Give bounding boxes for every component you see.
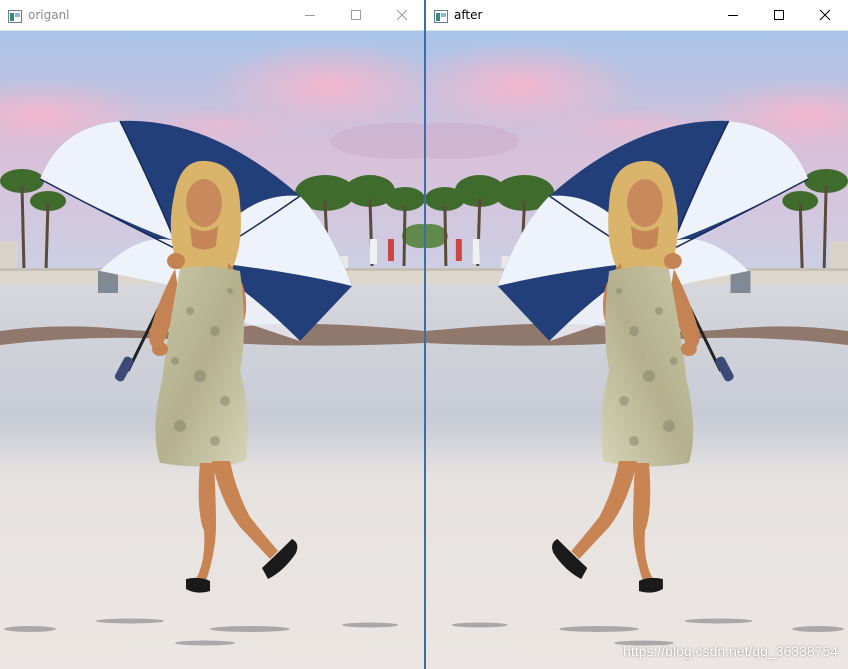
minimize-icon (305, 15, 315, 16)
flipped-image (426, 31, 848, 669)
close-icon (396, 9, 408, 21)
left-minimize-button[interactable] (286, 0, 332, 31)
watermark-text: https://blog.csdn.net/qq_36338754 (623, 643, 838, 659)
left-window-title: origanl (28, 8, 70, 22)
left-maximize-button[interactable] (332, 0, 378, 31)
left-close-button[interactable] (378, 0, 424, 31)
image-window-icon (8, 8, 22, 23)
right-window-title: after (454, 8, 483, 22)
right-close-button[interactable] (802, 0, 848, 31)
maximize-icon (774, 10, 784, 20)
maximize-icon (351, 10, 361, 20)
right-maximize-button[interactable] (756, 0, 802, 31)
minimize-icon (728, 15, 738, 16)
right-minimize-button[interactable] (710, 0, 756, 31)
close-icon (819, 9, 831, 21)
original-image (0, 31, 424, 669)
right-window: after https://blog.csdn.net/qq_36338754 (426, 0, 848, 669)
left-titlebar[interactable]: origanl (0, 0, 424, 31)
left-window: origanl (0, 0, 424, 669)
image-window-icon (434, 8, 448, 23)
right-titlebar[interactable]: after (426, 0, 848, 31)
